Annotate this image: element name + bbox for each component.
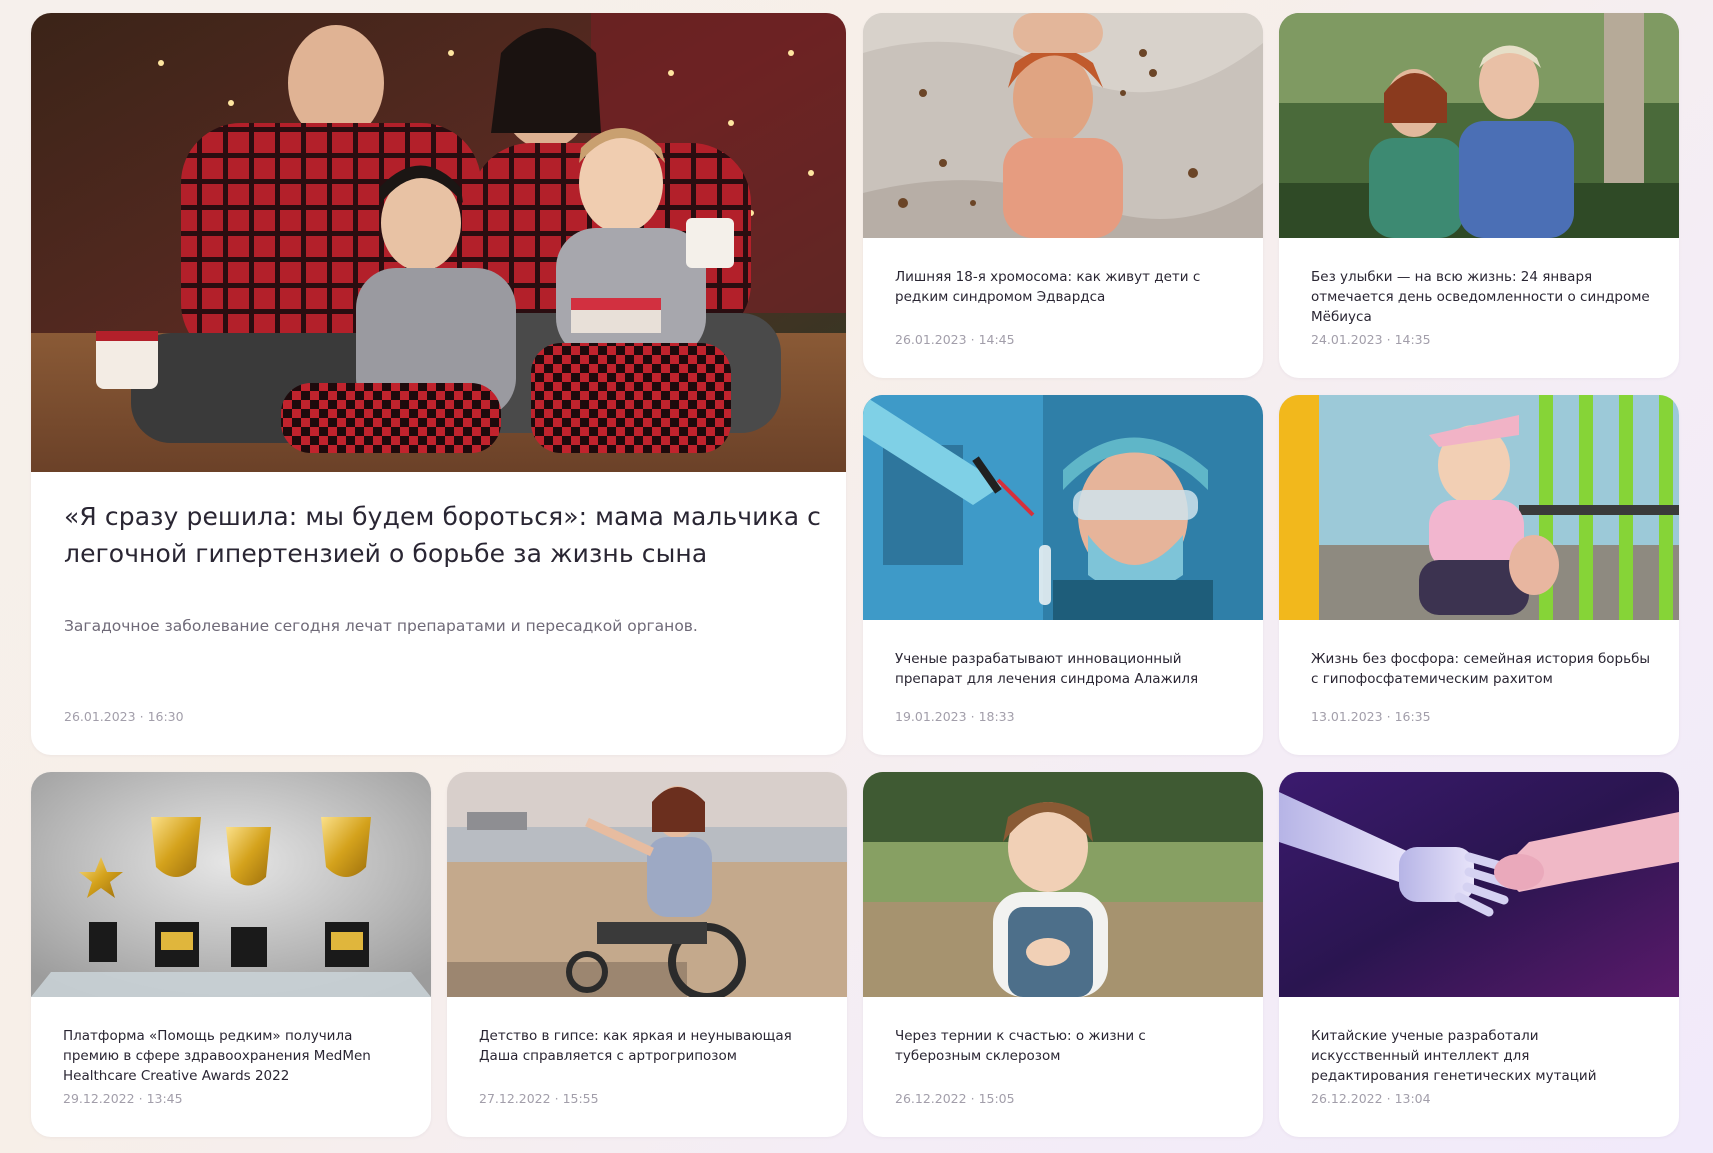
date-separator: · [970,1091,975,1106]
article-photo-family[interactable] [31,13,846,472]
article-card[interactable]: Детство в гипсе: как яркая и неунывающая… [447,772,847,1137]
article-card[interactable]: Ученые разрабатывают инновационный препа… [863,395,1263,755]
article-datetime: 26.12.2022 · 13:04 [1311,1091,1431,1106]
article-datetime: 13.01.2023 · 16:35 [1311,709,1431,724]
article-date: 29.12.2022 [63,1091,135,1106]
article-card[interactable]: Через тернии к счастью: о жизни с туберо… [863,772,1263,1137]
articles-grid: «Я сразу решила: мы будем бороться»: мам… [0,0,1713,1153]
article-photo-scientist[interactable] [863,395,1263,620]
article-time: 16:30 [147,709,184,724]
article-date: 19.01.2023 [895,709,967,724]
article-title[interactable]: Через тернии к счастью: о жизни с туберо… [895,1026,1235,1066]
article-time: 14:45 [978,332,1015,347]
article-datetime: 27.12.2022 · 15:55 [479,1091,599,1106]
article-datetime: 24.01.2023 · 14:35 [1311,332,1431,347]
article-time: 14:35 [1394,332,1431,347]
date-separator: · [1386,709,1391,724]
featured-article-title[interactable]: «Я сразу решила: мы будем бороться»: мам… [64,498,824,572]
article-time: 15:05 [978,1091,1015,1106]
article-card[interactable]: Жизнь без фосфора: семейная история борь… [1279,395,1679,755]
article-time: 13:04 [1394,1091,1431,1106]
article-photo-girl-wheelchair[interactable] [447,772,847,997]
date-separator: · [138,1091,143,1106]
date-separator: · [970,332,975,347]
article-datetime: 19.01.2023 · 18:33 [895,709,1015,724]
article-photo-girl-on-sheet[interactable] [863,13,1263,238]
date-separator: · [1386,332,1391,347]
article-photo-girl-playground[interactable] [1279,395,1679,620]
date-separator: · [554,1091,559,1106]
article-time: 16:35 [1394,709,1431,724]
article-time: 15:55 [562,1091,599,1106]
article-time: 18:33 [978,709,1015,724]
article-card[interactable]: Лишняя 18-я хромосома: как живут дети с … [863,13,1263,378]
article-date: 13.01.2023 [1311,709,1383,724]
article-card[interactable]: Без улыбки — на всю жизнь: 24 января отм… [1279,13,1679,378]
article-datetime: 29.12.2022 · 13:45 [63,1091,183,1106]
article-photo-trophies[interactable] [31,772,431,997]
article-card[interactable]: Платформа «Помощь редким» получила преми… [31,772,431,1137]
article-photo-toddler[interactable] [863,772,1263,997]
article-date: 24.01.2023 [1311,332,1383,347]
article-time: 13:45 [146,1091,183,1106]
article-title[interactable]: Без улыбки — на всю жизнь: 24 января отм… [1311,267,1651,327]
date-separator: · [139,709,144,724]
article-date: 27.12.2022 [479,1091,551,1106]
article-title[interactable]: Платформа «Помощь редким» получила преми… [63,1026,403,1086]
date-separator: · [1386,1091,1391,1106]
article-date: 26.12.2022 [1311,1091,1383,1106]
article-title[interactable]: Ученые разрабатывают инновационный препа… [895,649,1235,689]
featured-article-excerpt: Загадочное заболевание сегодня лечат пре… [64,617,698,635]
article-title[interactable]: Китайские ученые разработали искусственн… [1311,1026,1651,1086]
date-separator: · [970,709,975,724]
article-date: 26.01.2023 [64,709,136,724]
article-title[interactable]: Жизнь без фосфора: семейная история борь… [1311,649,1651,689]
article-datetime: 26.12.2022 · 15:05 [895,1091,1015,1106]
article-photo-robot-hand[interactable] [1279,772,1679,997]
article-photo-couple[interactable] [1279,13,1679,238]
article-date: 26.01.2023 [895,332,967,347]
article-datetime: 26.01.2023 · 14:45 [895,332,1015,347]
article-card[interactable]: Китайские ученые разработали искусственн… [1279,772,1679,1137]
featured-article-date: 26.01.2023 · 16:30 [64,709,184,724]
featured-article-card[interactable]: «Я сразу решила: мы будем бороться»: мам… [31,13,846,755]
article-title[interactable]: Лишняя 18-я хромосома: как живут дети с … [895,267,1235,307]
article-date: 26.12.2022 [895,1091,967,1106]
article-title[interactable]: Детство в гипсе: как яркая и неунывающая… [479,1026,819,1066]
